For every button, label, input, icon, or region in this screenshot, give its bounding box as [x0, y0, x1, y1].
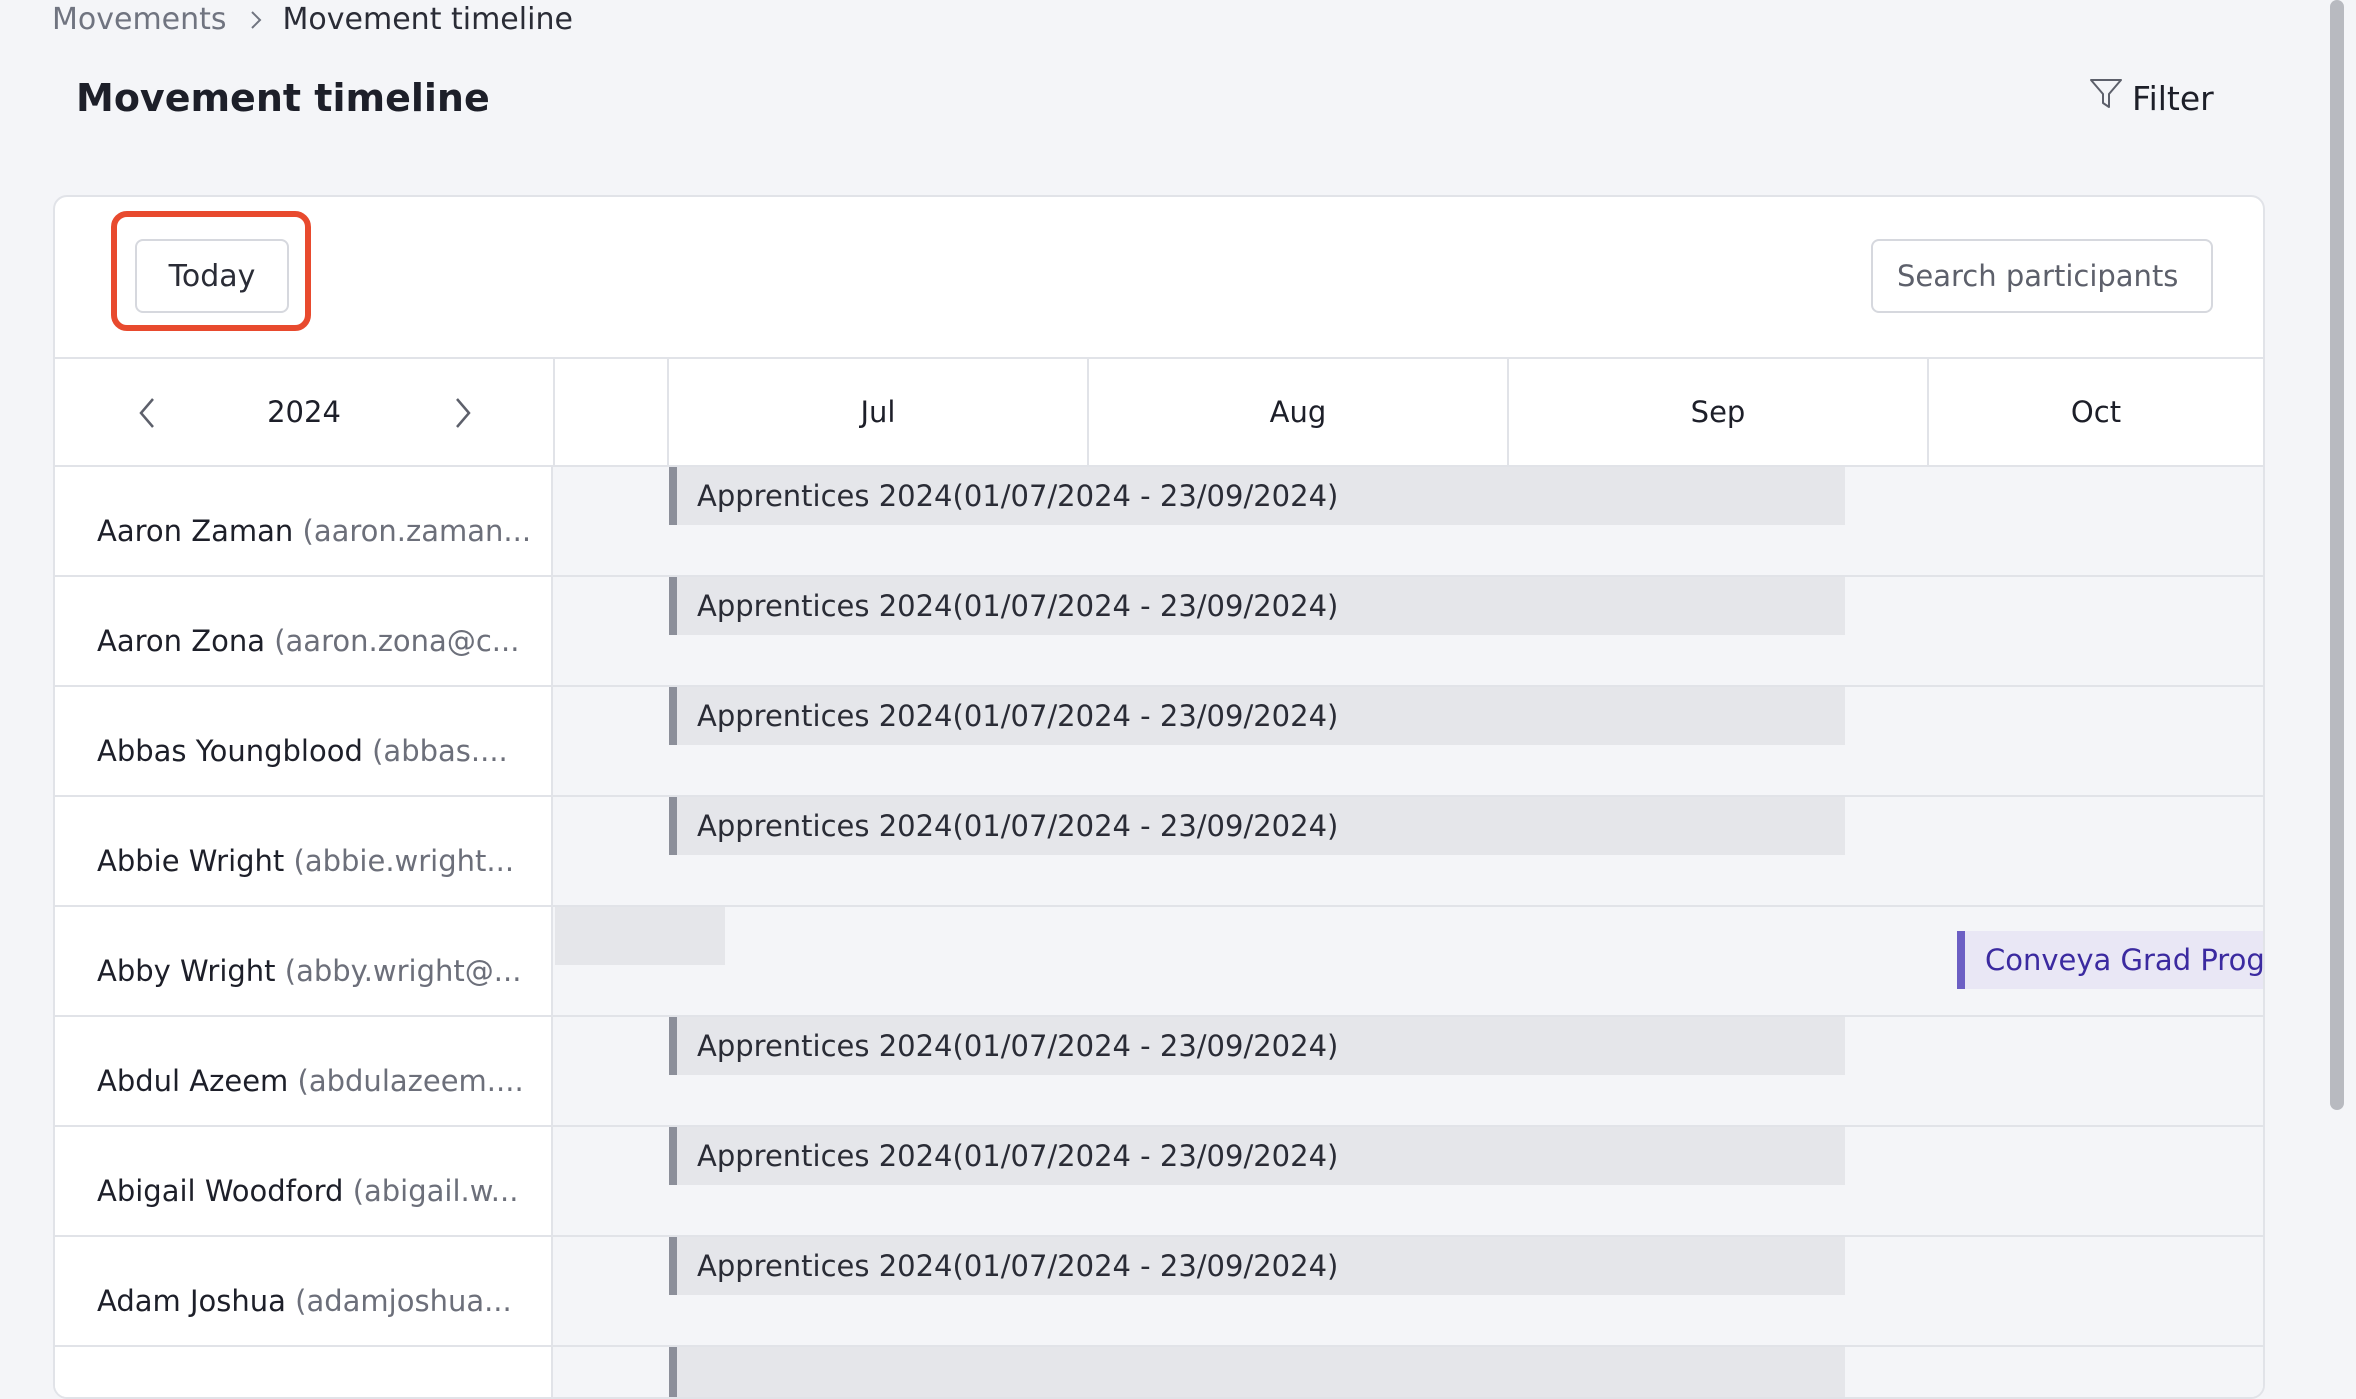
filter-icon [2088, 76, 2132, 120]
movement-bar[interactable]: Apprentices 2024(01/07/2024 - 23/09/2024… [669, 1017, 1845, 1075]
year-navigator: 2024 [55, 359, 555, 465]
participant-name: Aaron Zona (aaron.zona@c... [55, 577, 553, 685]
movement-bar[interactable]: Apprentices 2024(01/07/2024 - 23/09/2024… [669, 797, 1845, 855]
breadcrumb-current: Movement timeline [282, 2, 573, 37]
month-header: Sep [1509, 359, 1929, 465]
participant-row[interactable] [55, 1347, 2263, 1397]
participant-name: Abigail Woodford (abigail.w... [55, 1127, 553, 1235]
participant-row[interactable]: Adam Joshua (adamjoshua... Apprentices 2… [55, 1237, 2263, 1347]
movement-bar[interactable]: Apprentices 2024(01/07/2024 - 23/09/2024… [669, 687, 1845, 745]
participant-name: Aaron Zaman (aaron.zaman... [55, 467, 553, 575]
page-title: Movement timeline [76, 76, 490, 120]
today-button[interactable]: Today [135, 239, 289, 313]
participant-row[interactable]: Abby Wright (abby.wright@... Conveya Gra… [55, 907, 2263, 1017]
movement-bar[interactable]: Conveya Grad Progr [1957, 931, 2263, 989]
year-label: 2024 [267, 395, 341, 429]
participant-name: Abdul Azeem (abdulazeem.... [55, 1017, 553, 1125]
participant-name: Adam Joshua (adamjoshua... [55, 1237, 553, 1345]
participant-row[interactable]: Aaron Zaman (aaron.zaman... Apprentices … [55, 467, 2263, 577]
timeline-header: 2024 Jul Aug Sep Oct [55, 359, 2263, 467]
month-header: Oct [2070, 395, 2122, 429]
filter-label: Filter [2132, 78, 2214, 118]
month-header: Aug [1089, 359, 1509, 465]
movement-bar[interactable]: Apprentices 2024(01/07/2024 - 23/09/2024… [669, 577, 1845, 635]
search-participants-input[interactable] [1871, 239, 2213, 313]
timeline-card: Today 2024 Jul Aug Sep Oct Aaron Zaman (… [53, 195, 2265, 1399]
vertical-scrollbar[interactable] [2330, 0, 2344, 1110]
participant-row[interactable]: Abdul Azeem (abdulazeem.... Apprentices … [55, 1017, 2263, 1127]
participant-name: Abbie Wright (abbie.wright... [55, 797, 553, 905]
participant-name: Abby Wright (abby.wright@... [55, 907, 553, 1015]
participant-name: Abbas Youngblood (abbas.... [55, 687, 553, 795]
breadcrumb: Movements Movement timeline [52, 2, 573, 37]
month-column-partial [553, 359, 669, 465]
participant-row[interactable]: Abigail Woodford (abigail.w... Apprentic… [55, 1127, 2263, 1237]
movement-bar[interactable]: Apprentices 2024(01/07/2024 - 23/09/2024… [669, 467, 1845, 525]
movement-bar-partial[interactable] [555, 907, 725, 965]
participant-name [55, 1347, 553, 1397]
chevron-right-icon[interactable] [451, 393, 475, 437]
timeline-toolbar: Today [55, 197, 2263, 359]
month-header: Jul [669, 359, 1089, 465]
participant-row[interactable]: Abbas Youngblood (abbas.... Apprentices … [55, 687, 2263, 797]
chevron-right-icon [249, 8, 263, 32]
participant-row[interactable]: Aaron Zona (aaron.zona@c... Apprentices … [55, 577, 2263, 687]
breadcrumb-link-movements[interactable]: Movements [52, 2, 227, 37]
movement-bar[interactable]: Apprentices 2024(01/07/2024 - 23/09/2024… [669, 1127, 1845, 1185]
participant-row[interactable]: Abbie Wright (abbie.wright... Apprentice… [55, 797, 2263, 907]
filter-button[interactable]: Filter [2088, 76, 2214, 120]
movement-bar[interactable]: Apprentices 2024(01/07/2024 - 23/09/2024… [669, 1237, 1845, 1295]
movement-bar-partial[interactable] [669, 1347, 1845, 1397]
